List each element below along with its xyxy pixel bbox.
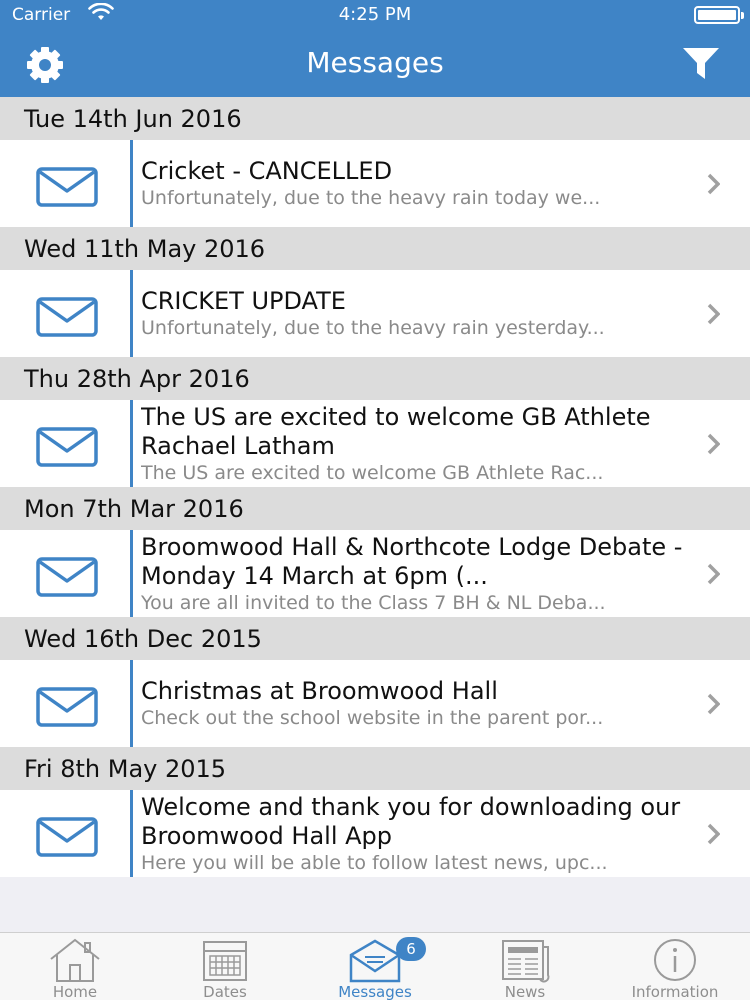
message-row[interactable]: Broomwood Hall & Northcote Lodge Debate … [0,530,750,617]
newspaper-icon [502,940,550,983]
filter-icon[interactable] [682,46,720,82]
date-header: Thu 28th Apr 2016 [0,357,750,400]
row-divider [130,140,133,227]
nav-bar: Messages [0,30,750,97]
message-row[interactable]: The US are excited to welcome GB Athlete… [0,400,750,487]
tab-label: Home [52,983,98,1000]
message-row[interactable]: Cricket - CANCELLED Unfortunately, due t… [0,140,750,227]
battery-icon [694,6,744,24]
message-preview: Check out the school website in the pare… [141,707,604,729]
calendar-icon [203,941,247,981]
tab-label: Dates [203,983,247,1000]
envelope-icon [36,297,98,337]
row-divider [130,270,133,357]
tab-messages[interactable]: Messages [300,933,450,1000]
envelope-icon [36,557,98,597]
message-preview: You are all invited to the Class 7 BH & … [141,591,606,614]
envelope-icon [36,427,98,467]
message-title: Broomwood Hall & Northcote Lodge Debate … [141,532,683,590]
envelope-icon [36,817,98,857]
home-icon [50,938,100,982]
tab-home[interactable]: Home [0,933,150,1000]
message-title: Welcome and thank you for downloading ou… [141,792,681,850]
message-preview: The US are excited to welcome GB Athlete… [141,461,604,484]
message-title: The US are excited to welcome GB Athlete… [141,402,651,460]
info-icon [654,939,696,981]
message-title: Christmas at Broomwood Hall [141,677,498,705]
messages-badge: 6 [396,937,426,961]
date-header: Tue 14th Jun 2016 [0,97,750,140]
row-divider [130,400,133,487]
tab-news[interactable]: News [450,933,600,1000]
header: Carrier 4:25 PM Messages [0,0,750,97]
message-preview: Unfortunately, due to the heavy rain yes… [141,317,605,339]
tab-label: Information [631,983,719,1000]
date-header: Wed 11th May 2016 [0,227,750,270]
chevron-right-icon [707,303,720,324]
date-header: Fri 8th May 2015 [0,747,750,790]
tab-information[interactable]: Information [600,933,750,1000]
envelope-icon [36,687,98,727]
message-row[interactable]: Welcome and thank you for downloading ou… [0,790,750,877]
message-title: Cricket - CANCELLED [141,157,393,185]
page-title: Messages [306,46,444,79]
date-header: Wed 16th Dec 2015 [0,617,750,660]
message-preview: Unfortunately, due to the heavy rain tod… [141,187,601,209]
row-divider [130,660,133,747]
chevron-right-icon [707,173,720,194]
tab-dates[interactable]: Dates [150,933,300,1000]
envelope-icon [36,167,98,207]
chevron-right-icon [707,693,720,714]
message-preview: Here you will be able to follow latest n… [141,851,608,874]
messages-list: Tue 14th Jun 2016 Cricket - CANCELLED Un… [0,97,750,877]
chevron-right-icon [707,433,720,454]
chevron-right-icon [707,823,720,844]
status-bar: Carrier 4:25 PM [0,0,750,30]
message-title: CRICKET UPDATE [141,287,346,315]
tab-label: Messages [338,983,412,1000]
chevron-right-icon [707,563,720,584]
status-time: 4:25 PM [338,4,412,25]
tab-label: News [504,983,546,1000]
message-row[interactable]: CRICKET UPDATE Unfortunately, due to the… [0,270,750,357]
tab-bar: Home Dates Messages News Information [0,932,750,1000]
row-divider [130,790,133,877]
row-divider [130,530,133,617]
message-row[interactable]: Christmas at Broomwood Hall Check out th… [0,660,750,747]
date-header: Mon 7th Mar 2016 [0,487,750,530]
